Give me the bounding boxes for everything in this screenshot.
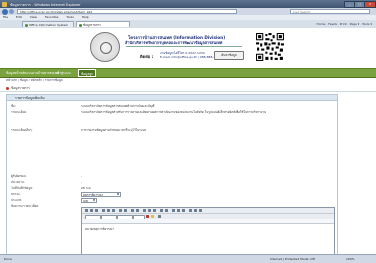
tab-item-data[interactable]: ข้อมูลรายการ <box>76 21 130 27</box>
field-label: ข้อความ/รายละเอียด: <box>11 204 40 208</box>
field-label: วันที่บันทึกข้อมูล: <box>11 186 34 190</box>
contact-email: E-mail: info@office.go.th | 088-888-1234 <box>160 55 222 59</box>
page-content: โครงการบ้านสารสนเทศ (Information Divisio… <box>0 28 376 254</box>
header-search-button[interactable]: ค้นหาข้อมูล <box>214 51 244 60</box>
forward-button[interactable] <box>9 9 14 14</box>
text-color-icon[interactable] <box>146 214 149 218</box>
favicon-icon <box>24 23 28 27</box>
section-header: ข้อมูลรายการ <box>0 85 376 92</box>
find-icon[interactable] <box>131 209 134 212</box>
indent-icon[interactable] <box>165 209 168 212</box>
nav-item-home[interactable]: ข้อมูลหน้าหลัก <box>6 69 26 77</box>
back-button[interactable] <box>2 8 8 15</box>
field-label: ผู้รับผิดชอบ: <box>11 174 27 178</box>
rich-text-editor[interactable]: หมายเหตุการพิจารณา <box>81 207 335 254</box>
table-icon[interactable] <box>199 209 202 212</box>
source-icon[interactable] <box>85 209 88 212</box>
field-value: ระบบบริหารจัดการข้อมูลสารสนเทศด้านการเงิ… <box>81 104 155 108</box>
maximize-icon[interactable] <box>158 214 161 218</box>
field-label: ชื่อ: <box>11 104 16 108</box>
main-nav: ข้อมูลหน้าหลัก ระบบงานบ้านสารสนเทศ เข้าส… <box>0 68 376 78</box>
status-select-value: ผลการพิจารณา <box>83 193 104 197</box>
favicon-icon <box>78 23 82 27</box>
cut-icon[interactable] <box>102 209 105 212</box>
redo-icon[interactable] <box>124 209 127 212</box>
undo-icon[interactable] <box>119 209 122 212</box>
menu-tools[interactable]: Tools <box>66 15 73 19</box>
field-value: - <box>81 180 83 184</box>
editor-content[interactable]: หมายเหตุการพิจารณา <box>85 227 114 232</box>
image-icon[interactable] <box>194 209 197 212</box>
status-select[interactable]: ผลการพิจารณา ▼ <box>81 192 121 197</box>
field-value: - <box>81 174 83 178</box>
ie-icon <box>2 1 7 7</box>
tab-label: ข้อมูลรายการ <box>83 23 101 27</box>
tab-office-info[interactable]: Office Information System <box>22 21 74 27</box>
paste-icon[interactable] <box>112 209 115 212</box>
close-button[interactable]: ✕ <box>364 1 376 8</box>
replace-icon[interactable] <box>136 209 139 212</box>
tab-label: Office Information System <box>29 23 69 27</box>
field-label: รายละเอียด: <box>11 110 28 114</box>
align-right-icon[interactable] <box>182 209 185 212</box>
field-label: ประเภท: <box>11 198 23 202</box>
address-bar: http://office.ocsc.go.th/index.php/mod/i… <box>0 8 376 15</box>
qr-code-icon <box>255 32 285 62</box>
type-select-value: 9/8 <box>83 199 88 203</box>
command-bar[interactable]: Home · Feeds · Print · Page ▾ · Tools ▾ <box>317 22 373 26</box>
field-label: สถานะ: <box>11 192 22 196</box>
align-center-icon[interactable] <box>177 209 180 212</box>
bold-icon[interactable] <box>143 209 146 212</box>
underline-icon[interactable] <box>153 209 156 212</box>
url-input[interactable]: http://office.ocsc.go.th/index.php/mod/i… <box>17 9 237 14</box>
menu-help[interactable]: Help <box>82 15 89 19</box>
search-input[interactable]: Live Search <box>290 9 370 14</box>
italic-icon[interactable] <box>148 209 151 212</box>
site-header: โครงการบ้านสารสนเทศ (Information Divisio… <box>0 28 376 68</box>
header-divider <box>126 46 242 47</box>
field-label: รายละเอียดอื่นๆ: <box>11 128 33 132</box>
copy-icon[interactable] <box>107 209 110 212</box>
new-page-icon[interactable] <box>95 209 98 212</box>
contact-label: ติดต่อ : <box>140 54 154 59</box>
breadcrumb[interactable]: หน้าแรก / ข้อมูล / หน้าหลัก / รายการข้อม… <box>6 78 63 83</box>
field-value: 28 ก.ค. <box>81 186 92 190</box>
menu-file[interactable]: File <box>3 15 8 19</box>
form-header: รายการข้อมูลเพิ่มเติม <box>7 95 337 101</box>
field-label: หน่วยงาน: <box>11 180 25 184</box>
field-value: ระบบบริหารจัดการข้อมูลสำหรับการรายงานและ… <box>81 110 267 114</box>
nav-item-system[interactable]: ระบบงานบ้านสารสนเทศ <box>25 69 59 77</box>
bg-color-icon[interactable] <box>151 214 154 218</box>
field-value: การรายงานข้อมูลตามกำหนดเวลาที่ระบุไว้ในร… <box>81 128 147 132</box>
section-title: ข้อมูลรายการ <box>11 86 30 90</box>
align-left-icon[interactable] <box>172 209 175 212</box>
window-titlebar: ข้อมูลรายการ - Windows Internet Explorer… <box>0 0 376 8</box>
nav-item-data-active[interactable]: ข้อมูลลูก <box>78 69 97 77</box>
org-logo <box>90 32 120 62</box>
editor-toolbar-row-3 <box>82 219 334 224</box>
item-form: รายการข้อมูลเพิ่มเติม ชื่อ: ระบบบริหารจั… <box>6 94 338 254</box>
save-icon[interactable] <box>90 209 93 212</box>
menu-view[interactable]: View <box>30 15 37 19</box>
chevron-down-icon: ▼ <box>117 193 119 196</box>
chevron-down-icon: ▼ <box>93 199 95 202</box>
nav-item-login[interactable]: เข้าสู่ระบบ <box>56 69 70 77</box>
bullet-icon <box>6 86 9 90</box>
list-icon[interactable] <box>160 209 163 212</box>
link-icon[interactable] <box>189 209 192 212</box>
menu-edit[interactable]: Edit <box>16 15 22 19</box>
type-select[interactable]: 9/8 ▼ <box>81 198 97 203</box>
menu-favorites[interactable]: Favorites <box>45 15 59 19</box>
